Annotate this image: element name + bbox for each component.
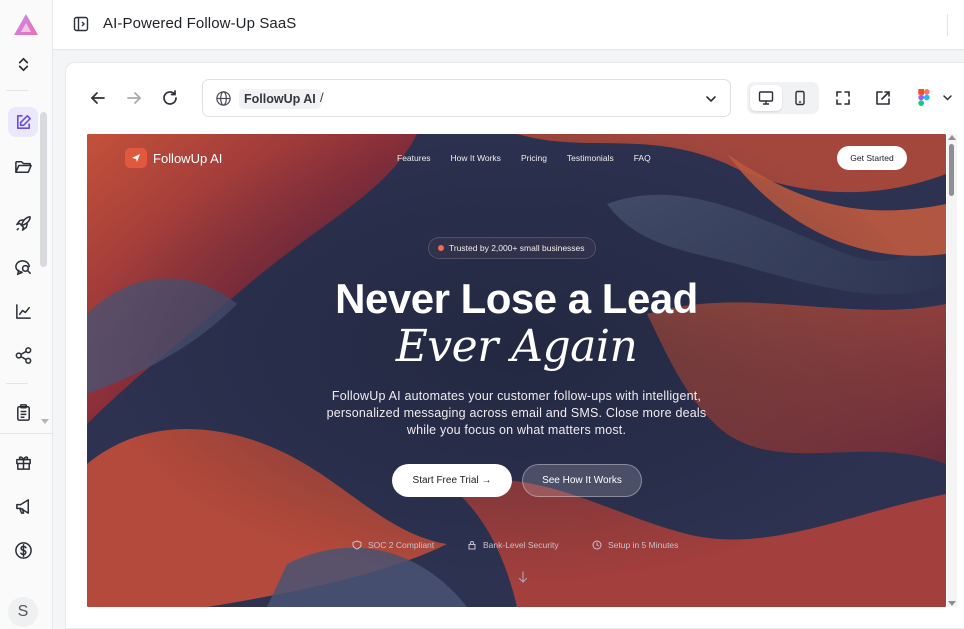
- search-chat-icon[interactable]: [8, 252, 38, 282]
- toggle-sidebar-icon[interactable]: [73, 16, 89, 32]
- reload-icon[interactable]: [157, 85, 183, 111]
- url-site-chip[interactable]: FollowUp AI: [239, 89, 321, 109]
- site-nav-features[interactable]: Features: [397, 153, 431, 163]
- chart-line-icon[interactable]: [8, 296, 38, 326]
- topbar-divider: [947, 14, 948, 36]
- rail-scroll-down-icon[interactable]: [41, 419, 49, 424]
- hero-subtitle: FollowUp AI automates your customer foll…: [326, 389, 707, 437]
- send-icon: [125, 148, 147, 168]
- figma-menu-chevron-icon[interactable]: [942, 92, 953, 103]
- open-external-icon[interactable]: [870, 85, 896, 111]
- chevron-down-icon[interactable]: [704, 92, 718, 106]
- mobile-icon[interactable]: [784, 85, 816, 111]
- megaphone-icon[interactable]: [8, 491, 38, 521]
- gift-icon[interactable]: [8, 447, 38, 477]
- hero-headline: Never Lose a Lead: [335, 275, 698, 322]
- scroll-down-icon[interactable]: [948, 601, 956, 606]
- trust-item-security: Bank-Level Security: [467, 540, 559, 550]
- site-brand-name: FollowUp AI: [153, 150, 223, 166]
- workspace-switcher-icon[interactable]: [8, 49, 38, 79]
- scroll-down-arrow-icon[interactable]: [518, 571, 528, 583]
- site-nav-faq[interactable]: FAQ: [634, 153, 651, 163]
- rail-divider: [6, 90, 28, 91]
- clock-icon: [592, 540, 602, 550]
- share-icon[interactable]: [8, 340, 38, 370]
- desktop-icon[interactable]: [750, 85, 782, 111]
- site-brand[interactable]: FollowUp AI: [125, 148, 222, 168]
- back-icon[interactable]: [85, 85, 111, 111]
- project-title: AI-Powered Follow-Up SaaS: [103, 15, 297, 32]
- trust-badge: Trusted by 2,000+ small businesses: [428, 237, 596, 259]
- rail-divider: [0, 433, 53, 434]
- device-toggle: [747, 82, 819, 114]
- shield-icon: [352, 540, 362, 550]
- preview-scrollbar[interactable]: [947, 134, 957, 607]
- site-nav: Features How It Works Pricing Testimonia…: [397, 153, 671, 163]
- scrollbar-thumb[interactable]: [949, 144, 954, 196]
- site-nav-how-it-works[interactable]: How It Works: [451, 153, 501, 163]
- url-path[interactable]: /: [320, 90, 324, 105]
- folder-icon[interactable]: [8, 151, 38, 181]
- rail-scrollbar[interactable]: [40, 112, 47, 267]
- rocket-icon[interactable]: [8, 208, 38, 238]
- start-free-trial-button[interactable]: Start Free Trial →: [392, 464, 512, 497]
- see-how-it-works-button[interactable]: See How It Works: [522, 464, 642, 497]
- fullscreen-icon[interactable]: [830, 85, 856, 111]
- trust-item-label: Setup in 5 Minutes: [608, 540, 679, 550]
- scroll-up-icon[interactable]: [948, 135, 956, 140]
- trust-item-label: Bank-Level Security: [483, 540, 559, 550]
- edit-icon[interactable]: [8, 107, 38, 137]
- clipboard-icon[interactable]: [8, 397, 38, 427]
- dollar-icon[interactable]: [8, 535, 38, 565]
- url-bar[interactable]: FollowUp AI /: [202, 79, 731, 117]
- figma-icon[interactable]: [918, 89, 930, 106]
- rail-divider: [6, 383, 28, 384]
- get-started-button[interactable]: Get Started: [837, 146, 907, 170]
- app-logo-icon[interactable]: [12, 12, 40, 38]
- forward-icon[interactable]: [121, 85, 147, 111]
- site-nav-testimonials[interactable]: Testimonials: [567, 153, 614, 163]
- globe-icon: [216, 91, 231, 106]
- avatar-initial: S: [17, 603, 29, 620]
- user-avatar[interactable]: S: [8, 597, 38, 627]
- top-bar: AI-Powered Follow-Up SaaS: [53, 0, 964, 50]
- hero-headline-italic: Ever Again: [395, 321, 638, 372]
- app-sidebar: S: [0, 0, 53, 629]
- trust-item-label: SOC 2 Compliant: [368, 540, 435, 550]
- trust-item-soc2: SOC 2 Compliant: [352, 540, 434, 550]
- site-preview[interactable]: FollowUp AI Features How It Works Pricin…: [87, 134, 946, 607]
- site-nav-pricing[interactable]: Pricing: [521, 153, 547, 163]
- preview-panel: FollowUp AI / FollowUp AI Features How I…: [65, 62, 964, 629]
- lock-icon: [468, 541, 476, 550]
- trust-item-setup: Setup in 5 Minutes: [592, 540, 678, 550]
